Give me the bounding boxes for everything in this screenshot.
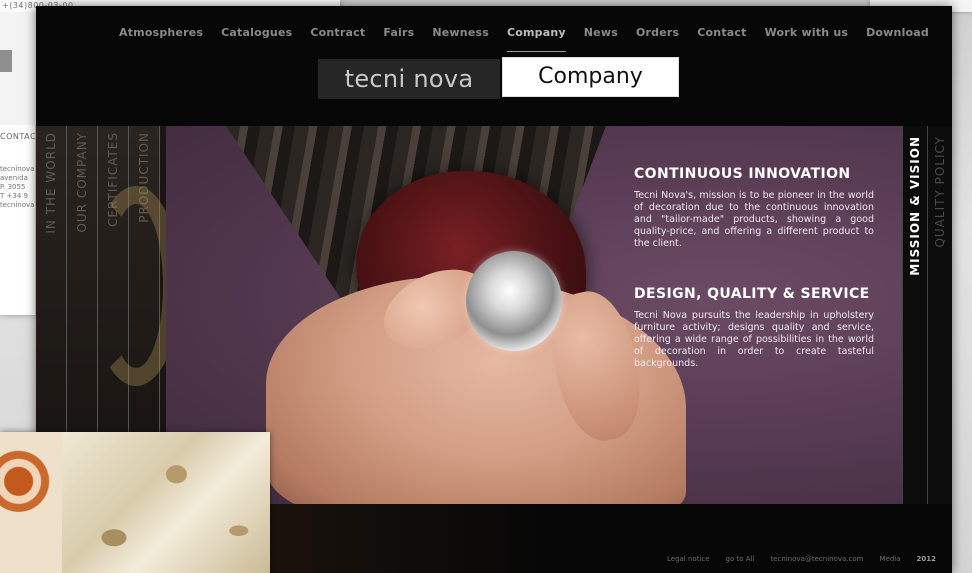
site-logo[interactable]: tecni nova bbox=[318, 59, 500, 99]
tab-label: QUALITY POLICY bbox=[933, 136, 947, 248]
nav-fairs[interactable]: Fairs bbox=[383, 26, 414, 52]
footer-link-email[interactable]: tecninova@tecninova.com bbox=[770, 555, 863, 563]
tab-label: MISSION & VISION bbox=[908, 136, 922, 276]
nav-work-with-us[interactable]: Work with us bbox=[765, 26, 849, 52]
background-field bbox=[0, 50, 12, 72]
background-line: tecninova bbox=[0, 165, 35, 173]
section-title-quality: DESIGN, QUALITY & SERVICE bbox=[634, 286, 870, 302]
nav-company[interactable]: Company bbox=[506, 26, 566, 52]
background-line: T +34 9 bbox=[0, 192, 28, 200]
footer-link-media[interactable]: Media bbox=[879, 555, 900, 563]
mission-copy: CONTINUOUS INNOVATION Tecni Nova's, miss… bbox=[634, 166, 874, 370]
tab-mission-vision[interactable]: MISSION & VISION bbox=[902, 126, 927, 504]
page-title: Company bbox=[502, 57, 679, 97]
background-line: tecninova bbox=[0, 201, 35, 209]
background-contact-block bbox=[0, 125, 36, 315]
tab-label: OUR COMPANY bbox=[75, 132, 89, 233]
right-section-tabs: MISSION & VISION QUALITY POLICY bbox=[902, 126, 952, 504]
background-contact-lines: tecninova avenida P. 3055 T +34 9 tecnin… bbox=[0, 165, 34, 210]
cream-fabric-swatch bbox=[62, 432, 270, 573]
top-navigation: Atmospheres Catalogues Contract Fairs Ne… bbox=[36, 6, 952, 52]
tab-quality-policy[interactable]: QUALITY POLICY bbox=[927, 126, 952, 504]
footer-links: Legal notice go to All tecninova@tecnino… bbox=[667, 555, 936, 563]
nav-atmospheres[interactable]: Atmospheres bbox=[119, 26, 203, 52]
section-title-innovation: CONTINUOUS INNOVATION bbox=[634, 166, 851, 182]
section-text-quality: Tecni Nova pursuits the leadership in up… bbox=[634, 310, 874, 369]
footer-link-legal[interactable]: Legal notice bbox=[667, 555, 710, 563]
tab-label: IN THE WORLD bbox=[44, 132, 58, 234]
nav-catalogues[interactable]: Catalogues bbox=[221, 26, 292, 52]
screenshot-stage: +(34)800-03-00 CONTACT tecninova avenida… bbox=[0, 0, 972, 573]
nav-contact[interactable]: Contact bbox=[697, 26, 746, 52]
nav-download[interactable]: Download bbox=[866, 26, 929, 52]
nav-newness[interactable]: Newness bbox=[432, 26, 489, 52]
orange-fabric-swatch bbox=[0, 432, 62, 573]
background-line: P. 3055 bbox=[0, 183, 26, 191]
nav-orders[interactable]: Orders bbox=[636, 26, 679, 52]
section-text-innovation: Tecni Nova's, mission is to be pioneer i… bbox=[634, 190, 874, 249]
footer-link-all[interactable]: go to All bbox=[726, 555, 755, 563]
hero-image: CONTINUOUS INNOVATION Tecni Nova's, miss… bbox=[166, 126, 902, 504]
nav-news[interactable]: News bbox=[584, 26, 618, 52]
background-line: avenida bbox=[0, 174, 28, 182]
footer-year: 2012 bbox=[916, 555, 936, 563]
nav-contract[interactable]: Contract bbox=[310, 26, 365, 52]
crystal-gem bbox=[466, 251, 562, 351]
fabric-sample-photo bbox=[0, 432, 270, 573]
